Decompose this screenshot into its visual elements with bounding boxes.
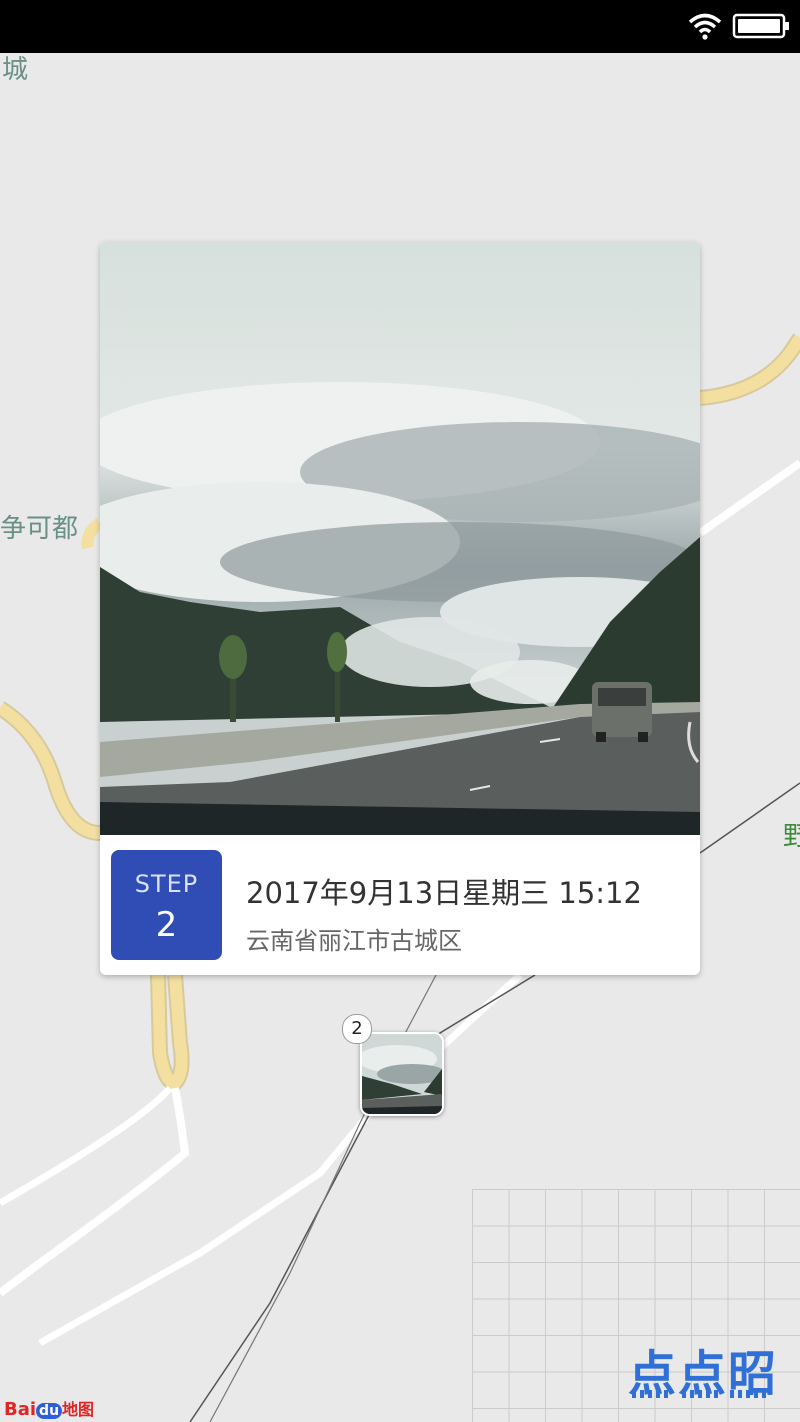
photo-map-marker[interactable] <box>360 1032 444 1116</box>
map-place-label: 城 <box>2 55 29 85</box>
step-label: STEP <box>134 870 199 898</box>
map-place-label: 野 <box>783 822 800 852</box>
landscape-photo <box>100 242 700 835</box>
marker-thumbnail <box>362 1034 442 1114</box>
status-bar <box>0 0 800 53</box>
map-place-label: 争可都 <box>0 514 79 544</box>
step-number: 2 <box>155 905 178 945</box>
baidu-logo-map: 地图 <box>62 1400 95 1419</box>
photo-location: 云南省丽江市古城区 <box>246 927 462 955</box>
photo-step-card[interactable]: STEP 2 2017年9月13日星期三 15:12 云南省丽江市古城区 <box>100 242 700 975</box>
battery-icon <box>732 13 789 39</box>
baidu-logo-bai: Bai <box>4 1399 37 1420</box>
marker-count-badge: 2 <box>342 1014 372 1044</box>
wifi-icon <box>688 13 722 40</box>
photo-date: 2017年9月13日星期三 15:12 <box>246 876 642 910</box>
app-logo-dots <box>632 1390 766 1398</box>
baidu-logo-du: du <box>36 1403 63 1419</box>
baidu-map-logo: Bai du 地图 <box>4 1396 94 1420</box>
step-badge: STEP 2 <box>111 850 222 960</box>
